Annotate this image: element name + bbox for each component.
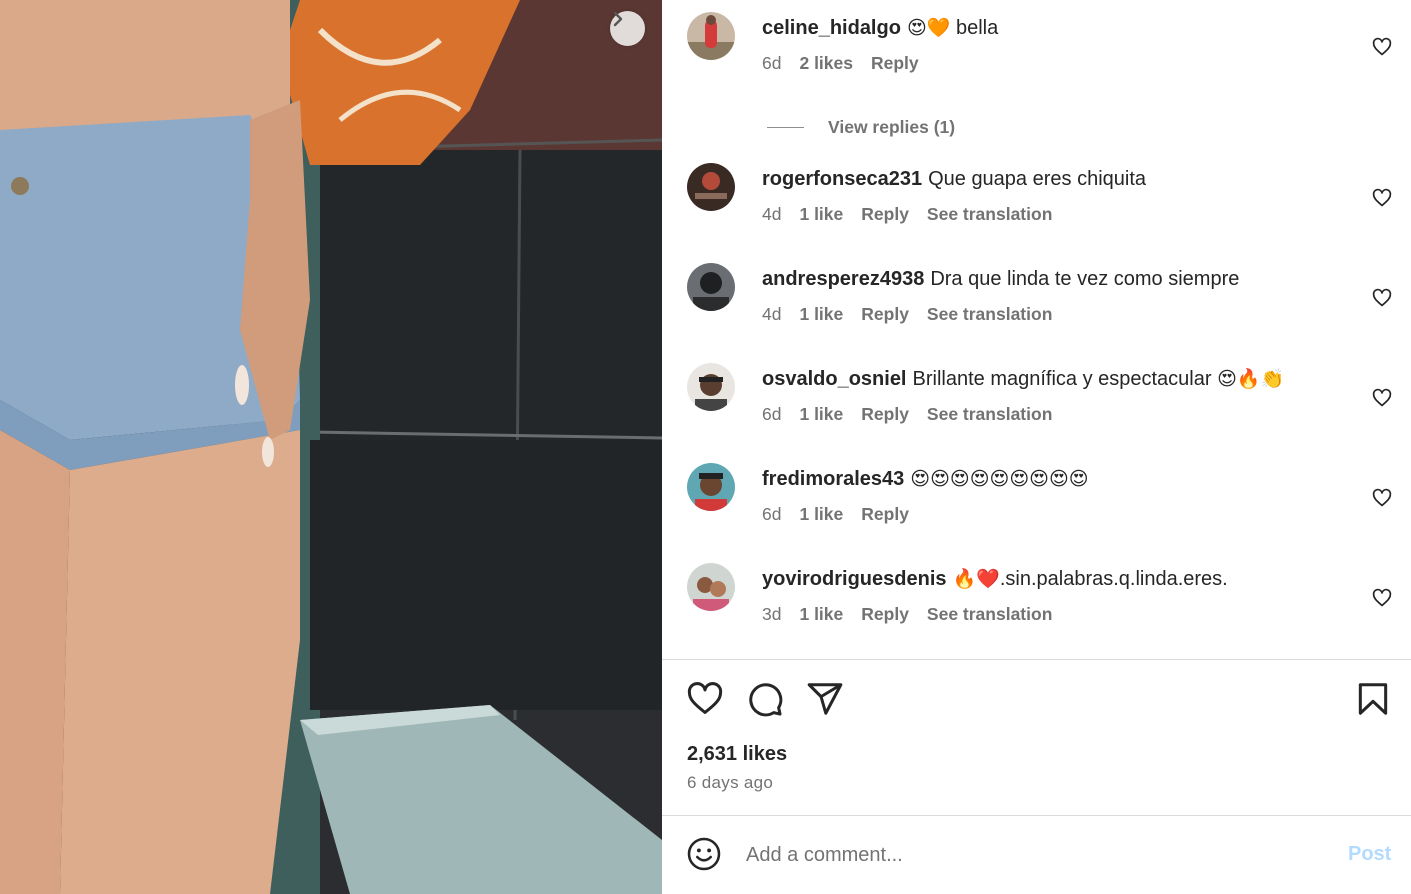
post-timestamp[interactable]: 6 days ago — [687, 773, 773, 793]
photo-illustration — [0, 0, 662, 894]
post-details-panel: celine_hidalgo 😍🧡 bella 6d 2 likes Reply … — [662, 0, 1411, 894]
comment-like-heart-icon[interactable] — [1372, 188, 1392, 208]
see-translation-button[interactable]: See translation — [927, 404, 1052, 425]
post-comment-button[interactable]: Post — [1348, 843, 1391, 866]
comment-emojis: 😍🧡 — [906, 17, 951, 39]
comment-like-heart-icon[interactable] — [1372, 37, 1392, 57]
reply-button[interactable]: Reply — [861, 604, 909, 625]
comment-item: fredimorales43 😍😍😍😍😍😍😍😍😍 6d 1 like Reply — [662, 463, 1411, 563]
replies-divider — [767, 127, 804, 128]
see-translation-button[interactable]: See translation — [927, 304, 1052, 325]
comment-like-heart-icon[interactable] — [1372, 388, 1392, 408]
comment-time[interactable]: 4d — [762, 204, 781, 225]
view-replies-label: View replies (1) — [828, 117, 956, 137]
chevron-right-icon — [613, 11, 623, 27]
see-translation-button[interactable]: See translation — [927, 204, 1052, 225]
comment-meta: 3d 1 like Reply See translation — [762, 604, 1052, 625]
avatar[interactable] — [687, 263, 735, 311]
comment-text: Brillante magnífica y espectacular — [912, 368, 1218, 390]
comment-username[interactable]: celine_hidalgo — [762, 17, 901, 39]
post-likes-count[interactable]: 2,631 likes — [687, 743, 787, 766]
avatar[interactable] — [687, 563, 735, 611]
view-replies-button[interactable]: View replies (1) — [767, 117, 955, 138]
comment-emojis: 😍😍😍😍😍😍😍😍😍 — [910, 468, 1089, 490]
comment-text-line: celine_hidalgo 😍🧡 bella — [762, 14, 998, 42]
comment-meta: 4d 1 like Reply See translation — [762, 204, 1052, 225]
comment-input[interactable] — [746, 838, 1306, 872]
comment-item: yovirodriguesdenis 🔥❤️.sin.palabras.q.lin… — [662, 563, 1411, 659]
comment-like-heart-icon[interactable] — [1372, 288, 1392, 308]
comment-username[interactable]: osvaldo_osniel — [762, 368, 907, 390]
comment-time[interactable]: 3d — [762, 604, 781, 625]
next-photo-button[interactable] — [610, 11, 645, 46]
comment-time[interactable]: 6d — [762, 504, 781, 525]
comment-username[interactable]: fredimorales43 — [762, 468, 904, 490]
comment-time[interactable]: 6d — [762, 404, 781, 425]
reply-button[interactable]: Reply — [861, 404, 909, 425]
reply-button[interactable]: Reply — [871, 53, 919, 74]
comment-meta: 6d 2 likes Reply — [762, 53, 919, 74]
comment-item: andresperez4938 Dra que linda te vez como… — [662, 263, 1411, 363]
reply-button[interactable]: Reply — [861, 204, 909, 225]
avatar[interactable] — [687, 363, 735, 411]
reply-button[interactable]: Reply — [861, 304, 909, 325]
bookmark-icon[interactable] — [1354, 680, 1392, 718]
comment-emojis: 😍🔥👏 — [1217, 368, 1285, 390]
comment-meta: 4d 1 like Reply See translation — [762, 304, 1052, 325]
heart-icon[interactable] — [686, 680, 724, 718]
comment-likes[interactable]: 1 like — [799, 204, 843, 225]
comment-like-heart-icon[interactable] — [1372, 588, 1392, 608]
paper-plane-icon[interactable] — [806, 680, 844, 718]
comment-meta: 6d 1 like Reply — [762, 504, 909, 525]
comment-username[interactable]: rogerfonseca231 — [762, 168, 922, 190]
comment-text: .sin.palabras.q.linda.eres. — [999, 568, 1228, 590]
comment-like-heart-icon[interactable] — [1372, 488, 1392, 508]
comment-text-line: osvaldo_osniel Brillante magnífica y espe… — [762, 365, 1284, 393]
post-action-bar — [662, 680, 1411, 720]
comment-meta: 6d 1 like Reply See translation — [762, 404, 1052, 425]
comment-text: Dra que linda te vez como siempre — [930, 268, 1240, 290]
section-divider — [662, 659, 1411, 660]
avatar[interactable] — [687, 163, 735, 211]
avatar[interactable] — [687, 463, 735, 511]
comment-username[interactable]: yovirodriguesdenis — [762, 568, 947, 590]
comment-likes[interactable]: 1 like — [799, 304, 843, 325]
comment-likes[interactable]: 1 like — [799, 404, 843, 425]
avatar[interactable] — [687, 12, 735, 60]
comment-username[interactable]: andresperez4938 — [762, 268, 924, 290]
comments-list[interactable]: celine_hidalgo 😍🧡 bella 6d 2 likes Reply … — [662, 0, 1411, 659]
comment-time[interactable]: 4d — [762, 304, 781, 325]
comment-text: Que guapa eres chiquita — [928, 168, 1147, 190]
comment-likes[interactable]: 1 like — [799, 504, 843, 525]
comment-text: bella — [950, 17, 999, 39]
comment-text-line: yovirodriguesdenis 🔥❤️.sin.palabras.q.lin… — [762, 565, 1228, 593]
comment-likes[interactable]: 2 likes — [799, 53, 853, 74]
comment-text-line: fredimorales43 😍😍😍😍😍😍😍😍😍 — [762, 465, 1089, 493]
comment-item: osvaldo_osniel Brillante magnífica y espe… — [662, 363, 1411, 463]
comment-time[interactable]: 6d — [762, 53, 781, 74]
comment-bubble-icon[interactable] — [746, 680, 784, 718]
smiley-icon[interactable] — [686, 836, 722, 872]
comment-text-line: rogerfonseca231 Que guapa eres chiquita — [762, 165, 1146, 193]
comment-emojis: 🔥❤️ — [952, 568, 1000, 590]
comment-item: celine_hidalgo 😍🧡 bella 6d 2 likes Reply … — [662, 12, 1411, 137]
comment-item: rogerfonseca231 Que guapa eres chiquita 4… — [662, 163, 1411, 263]
post-photo[interactable] — [0, 0, 662, 894]
see-translation-button[interactable]: See translation — [927, 604, 1052, 625]
comment-composer: Post — [662, 816, 1411, 894]
reply-button[interactable]: Reply — [861, 504, 909, 525]
comment-likes[interactable]: 1 like — [799, 604, 843, 625]
comment-text-line: andresperez4938 Dra que linda te vez como… — [762, 265, 1239, 293]
